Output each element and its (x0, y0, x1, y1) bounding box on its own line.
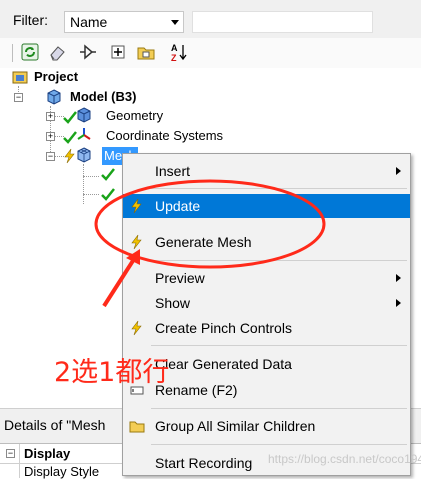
mesh-icon (77, 147, 91, 163)
tree-line (83, 164, 84, 204)
menu-separator (151, 345, 407, 346)
menu-separator (151, 188, 407, 189)
menu-item-label: Insert (155, 163, 191, 179)
expand-icon[interactable] (108, 42, 128, 62)
menu-item-label: Create Pinch Controls (155, 320, 292, 336)
collapse-icon[interactable]: − (14, 93, 23, 102)
tree-node-label: Project (34, 69, 79, 84)
context-menu: Insert Update Generate Mesh Preview Show… (122, 153, 411, 476)
details-group-display: Display (24, 446, 71, 461)
menu-item-generate-mesh[interactable]: Generate Mesh (123, 230, 410, 254)
geometry-icon (77, 107, 91, 123)
filter-select[interactable]: Name (64, 11, 184, 33)
tree-node-label: Coordinate Systems (106, 128, 224, 143)
menu-item-label: Preview (155, 270, 205, 286)
lightning-icon (131, 198, 142, 214)
details-title: Details of "Mesh (4, 417, 106, 433)
collapse-icon[interactable]: − (46, 152, 55, 161)
tree-line (83, 194, 99, 195)
tree-toolbar: A Z (0, 38, 421, 68)
tree-node-label: Geometry (106, 108, 164, 123)
details-row-display-style[interactable]: Display Style (24, 464, 99, 479)
filter-search-input[interactable] (192, 11, 373, 33)
chevron-right-icon (396, 274, 401, 282)
check-icon (101, 168, 115, 181)
probe-icon[interactable] (78, 42, 98, 62)
divider (19, 444, 20, 478)
filter-label: Filter: (13, 12, 48, 28)
chevron-down-icon (171, 20, 179, 25)
tree-node-label: Model (B3) (70, 89, 137, 104)
menu-item-create-pinch-controls[interactable]: Create Pinch Controls (123, 316, 410, 340)
menu-item-show[interactable]: Show (123, 291, 410, 315)
chevron-right-icon (396, 167, 401, 175)
eraser-icon[interactable] (48, 42, 68, 62)
chevron-right-icon (396, 299, 401, 307)
check-icon (101, 188, 115, 201)
menu-item-label: Update (155, 198, 201, 214)
lightning-icon (131, 234, 142, 250)
svg-text:A: A (171, 43, 178, 53)
sort-az-icon[interactable]: A Z (168, 42, 188, 62)
menu-item-label: Start Recording (155, 455, 253, 471)
axes-icon (77, 128, 91, 140)
menu-item-label: Clear Generated Data (155, 356, 292, 372)
menu-item-preview[interactable]: Preview (123, 266, 410, 290)
annotation-text: 2选1都行 (54, 357, 170, 388)
expand-icon[interactable]: + (46, 132, 55, 141)
folder-icon (129, 421, 145, 433)
expand-icon[interactable]: + (46, 112, 55, 121)
toolbar-separator (12, 44, 13, 62)
folder-icon[interactable] (136, 42, 156, 62)
collapse-icon[interactable]: − (6, 449, 15, 458)
menu-separator (151, 444, 407, 445)
menu-item-group-all-similar-children[interactable]: Group All Similar Children (123, 414, 410, 438)
watermark: https://blog.csdn.net/coco1949 (268, 452, 421, 466)
menu-separator (151, 408, 407, 409)
filter-bar: Filter: Name (0, 0, 421, 39)
filter-select-value: Name (70, 14, 108, 30)
project-icon (12, 71, 28, 84)
menu-separator (151, 260, 407, 261)
svg-text:Z: Z (171, 53, 177, 62)
refresh-icon[interactable] (20, 42, 40, 62)
menu-item-label: Generate Mesh (155, 234, 252, 250)
tree-line (83, 176, 99, 177)
menu-item-update[interactable]: Update (123, 194, 410, 218)
lightning-icon (131, 320, 142, 336)
menu-item-insert[interactable]: Insert (123, 159, 410, 183)
menu-item-label: Group All Similar Children (155, 418, 316, 434)
menu-item-label: Show (155, 295, 191, 311)
model-cube-icon (47, 89, 61, 105)
